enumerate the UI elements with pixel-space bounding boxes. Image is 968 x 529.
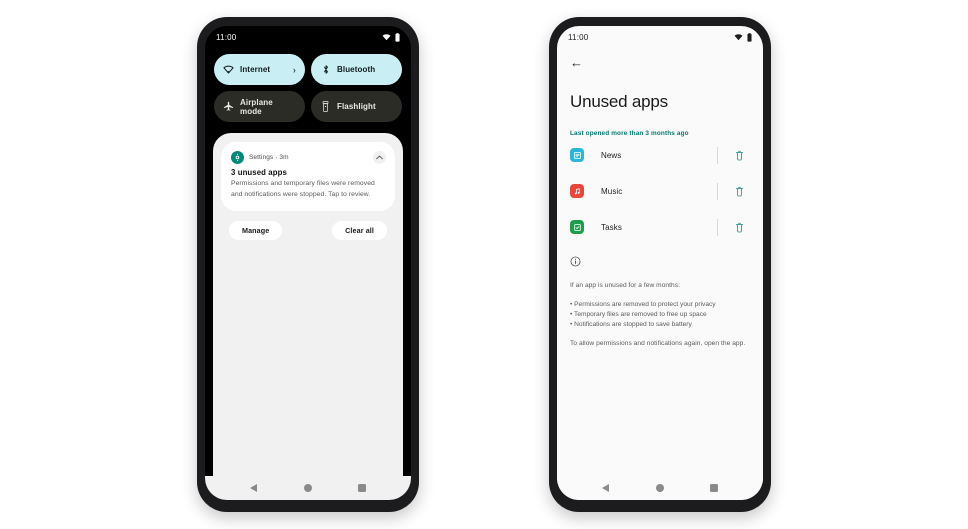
settings-gear-icon: [231, 151, 244, 164]
home-circle-icon[interactable]: [303, 484, 312, 492]
chevron-right-icon[interactable]: ›: [293, 65, 296, 75]
info-intro: If an app is unused for a few months:: [570, 282, 680, 289]
list-item[interactable]: Tasks: [570, 209, 750, 245]
info-icon-row: [570, 254, 750, 272]
right-nav-bar: [557, 476, 763, 500]
home-circle-icon[interactable]: [655, 484, 664, 492]
list-item[interactable]: Music: [570, 173, 750, 209]
info-bullet: • Permissions are removed to protect you…: [570, 300, 716, 308]
list-item[interactable]: News: [570, 137, 750, 173]
bluetooth-icon: [320, 64, 331, 75]
flashlight-icon: [320, 101, 331, 112]
battery-icon: [395, 32, 400, 42]
right-status-bar: 11:00: [557, 26, 763, 48]
tile-flashlight[interactable]: Flashlight: [311, 91, 402, 122]
back-triangle-icon[interactable]: [250, 484, 258, 492]
wifi-icon: [223, 64, 234, 75]
tile-label-bluetooth: Bluetooth: [337, 65, 376, 74]
notification-title: 3 unused apps: [231, 168, 287, 177]
notification-header: Settings · 3m: [231, 151, 385, 164]
left-nav-bar: [205, 476, 411, 500]
wifi-icon: [382, 34, 391, 41]
quick-settings-tiles: Internet › Bluetooth Airplane mode Flash…: [205, 48, 411, 122]
tile-bluetooth[interactable]: Bluetooth: [311, 54, 402, 85]
row-divider: [717, 146, 718, 164]
back-triangle-icon[interactable]: [602, 484, 610, 492]
back-arrow-icon[interactable]: ←: [570, 56, 583, 69]
info-bullets: • Permissions are removed to protect you…: [570, 300, 750, 330]
shade-action-row: Manage Clear all: [221, 211, 395, 241]
row-divider: [717, 182, 718, 200]
status-time: 11:00: [568, 32, 589, 42]
section-label-last-opened: Last opened more than 3 months ago: [570, 130, 689, 137]
news-app-icon: [570, 148, 584, 162]
trash-icon[interactable]: [728, 222, 750, 233]
notification-card-unused-apps[interactable]: Settings · 3m 3 unused apps Permissions …: [221, 142, 395, 212]
right-screen: 11:00 ← Unused apps Last opened more tha…: [557, 26, 763, 500]
recents-square-icon[interactable]: [358, 484, 366, 492]
info-bullet: • Notifications are stopped to save batt…: [570, 320, 692, 328]
back-row: ←: [570, 48, 750, 76]
music-app-icon: [570, 184, 584, 198]
manage-button[interactable]: Manage: [229, 221, 283, 241]
row-divider: [717, 218, 718, 236]
tile-label-airplane-mode: Airplane mode: [240, 97, 273, 116]
tile-label-flashlight: Flashlight: [337, 102, 376, 111]
tile-label-internet: Internet: [240, 65, 271, 74]
wifi-icon: [734, 34, 743, 41]
info-circle-icon: [570, 256, 581, 267]
clear-all-button[interactable]: Clear all: [332, 221, 387, 241]
status-time: 11:00: [216, 32, 237, 42]
notification-shade: Settings · 3m 3 unused apps Permissions …: [213, 133, 403, 476]
left-screen: 11:00 Internet › Bluetooth Airplane mode…: [205, 26, 411, 500]
recents-square-icon[interactable]: [710, 484, 718, 492]
app-name: News: [601, 150, 622, 160]
status-icon-group: [734, 32, 752, 42]
app-name: Music: [601, 186, 623, 196]
left-status-bar: 11:00: [205, 26, 411, 48]
notification-body: Permissions and temporary files were rem…: [231, 180, 375, 198]
airplane-icon: [223, 101, 234, 112]
screenshot-stage: 11:00 Internet › Bluetooth Airplane mode…: [0, 0, 968, 529]
trash-icon[interactable]: [728, 186, 750, 197]
unused-apps-page: ← Unused apps Last opened more than 3 mo…: [557, 48, 763, 476]
tile-internet[interactable]: Internet ›: [214, 54, 305, 85]
page-title: Unused apps: [570, 92, 668, 111]
info-footer: To allow permissions and notifications a…: [570, 339, 746, 347]
app-name: Tasks: [601, 222, 622, 232]
trash-icon[interactable]: [728, 150, 750, 161]
notification-meta: Settings · 3m: [249, 154, 289, 161]
tasks-app-icon: [570, 220, 584, 234]
status-icon-group: [382, 32, 400, 42]
phone-left-quick-settings: 11:00 Internet › Bluetooth Airplane mode…: [197, 17, 419, 512]
battery-icon: [747, 32, 752, 42]
tile-airplane-mode[interactable]: Airplane mode: [214, 91, 305, 122]
chevron-up-icon[interactable]: [373, 151, 386, 164]
info-bullet: • Temporary files are removed to free up…: [570, 310, 707, 318]
phone-right-unused-apps: 11:00 ← Unused apps Last opened more tha…: [549, 17, 771, 512]
